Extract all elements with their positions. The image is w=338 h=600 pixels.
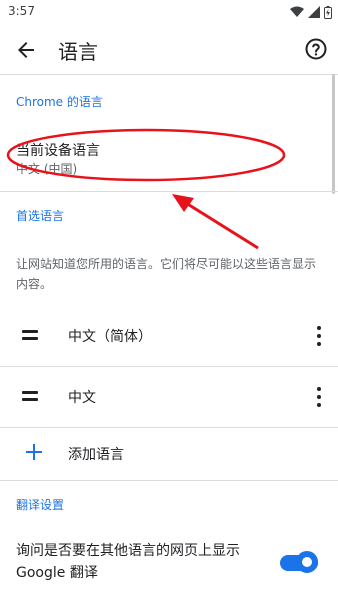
add-language-label: 添加语言: [68, 447, 124, 463]
annotation-arrow-line: [185, 201, 259, 250]
language-item-label: 中文（简体）: [68, 329, 152, 345]
help-circle-icon[interactable]: [304, 37, 328, 61]
section-divider: [0, 191, 338, 192]
wifi-icon: [290, 6, 304, 17]
current-device-language-title: 当前设备语言: [16, 143, 100, 159]
preferred-languages-header: 首选语言: [16, 209, 65, 223]
add-language-button[interactable]: 添加语言: [0, 428, 338, 480]
drag-handle-icon[interactable]: [22, 330, 40, 344]
language-item-label: 中文: [68, 390, 96, 406]
battery-icon: [324, 5, 332, 19]
language-item[interactable]: 中文: [0, 369, 338, 427]
offer-translate-label: 询问是否要在其他语言的网页上显示 Google 翻译: [16, 543, 240, 581]
chrome-language-header: Chrome 的语言: [16, 95, 103, 109]
drag-handle-icon[interactable]: [22, 391, 40, 405]
status-bar: 3:57: [0, 0, 338, 24]
offer-translate-toggle[interactable]: [280, 551, 318, 575]
arrow-back-icon[interactable]: [14, 38, 38, 62]
app-bar: 语言: [0, 24, 338, 74]
more-vert-icon[interactable]: [316, 387, 322, 407]
cell-signal-icon: [308, 6, 320, 18]
section-divider: [0, 480, 338, 481]
more-vert-icon[interactable]: [316, 326, 322, 346]
status-icons: [290, 4, 332, 20]
language-item[interactable]: 中文（简体）: [0, 308, 338, 366]
annotation-arrow-head: [172, 194, 194, 212]
add-icon: [26, 444, 42, 460]
page-title: 语言: [58, 40, 98, 64]
translate-settings-header: 翻译设置: [16, 498, 65, 512]
current-device-language-value: 中文 (中国): [16, 162, 78, 176]
preferred-languages-description: 让网站知道您所用的语言。它们将尽可能以这些语言显示内容。: [16, 257, 317, 291]
row-divider: [0, 366, 338, 367]
current-device-language-item[interactable]: 当前设备语言 中文 (中国): [0, 128, 338, 188]
app-bar-divider: [0, 74, 338, 75]
status-time: 3:57: [8, 4, 35, 18]
toggle-knob: [296, 551, 318, 573]
